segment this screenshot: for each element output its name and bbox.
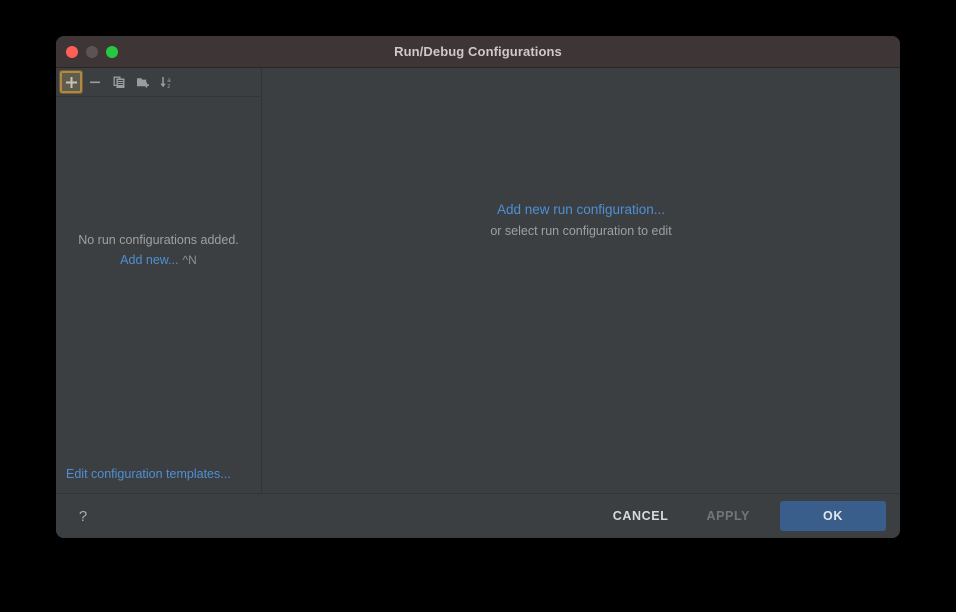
footer-actions: CANCEL APPLY OK <box>597 501 886 531</box>
dialog-body: a z No run configurations added. Add new… <box>56 68 900 493</box>
folder-add-icon <box>136 75 151 89</box>
empty-state-message: No run configurations added. Add new... ^… <box>56 233 261 267</box>
apply-button[interactable]: APPLY <box>690 502 766 530</box>
add-new-run-configuration-link[interactable]: Add new run configuration... <box>497 202 665 217</box>
page-title: Run/Debug Configurations <box>394 44 562 59</box>
run-debug-configurations-dialog: Run/Debug Configurations a z No run conf… <box>56 36 900 538</box>
help-button[interactable]: ? <box>70 503 96 529</box>
remove-configuration-button[interactable] <box>84 71 106 93</box>
ok-button[interactable]: OK <box>780 501 886 531</box>
configuration-editor-panel: Add new run configuration... or select r… <box>262 68 900 493</box>
editor-empty-state: Add new run configuration... or select r… <box>262 68 900 493</box>
window-controls <box>66 36 118 67</box>
plus-icon <box>65 76 78 89</box>
configurations-panel: a z No run configurations added. Add new… <box>56 68 262 493</box>
empty-state-text: No run configurations added. <box>78 233 239 247</box>
editor-hint-text: or select run configuration to edit <box>490 224 672 238</box>
minus-icon <box>88 75 102 89</box>
edit-configuration-templates-link[interactable]: Edit configuration templates... <box>66 467 231 481</box>
copy-configuration-button[interactable] <box>108 71 130 93</box>
cancel-button[interactable]: CANCEL <box>597 502 685 530</box>
sort-configurations-button[interactable]: a z <box>156 71 178 93</box>
title-bar: Run/Debug Configurations <box>56 36 900 68</box>
sort-alpha-icon: a z <box>159 75 175 90</box>
empty-state-action: Add new... ^N <box>56 253 261 267</box>
configurations-toolbar: a z <box>56 68 261 97</box>
minimize-window-icon[interactable] <box>86 45 98 58</box>
copy-icon <box>112 75 126 89</box>
dialog-footer: ? CANCEL APPLY OK <box>56 493 900 538</box>
configurations-list: No run configurations added. Add new... ^… <box>56 97 261 465</box>
svg-text:z: z <box>167 83 170 90</box>
close-window-icon[interactable] <box>66 45 78 58</box>
add-new-shortcut: ^N <box>182 253 197 267</box>
new-folder-button[interactable] <box>132 71 154 93</box>
edit-templates-row: Edit configuration templates... <box>56 465 261 493</box>
zoom-window-icon[interactable] <box>106 45 118 58</box>
add-configuration-button[interactable] <box>59 70 83 94</box>
add-new-link[interactable]: Add new... <box>120 253 178 267</box>
